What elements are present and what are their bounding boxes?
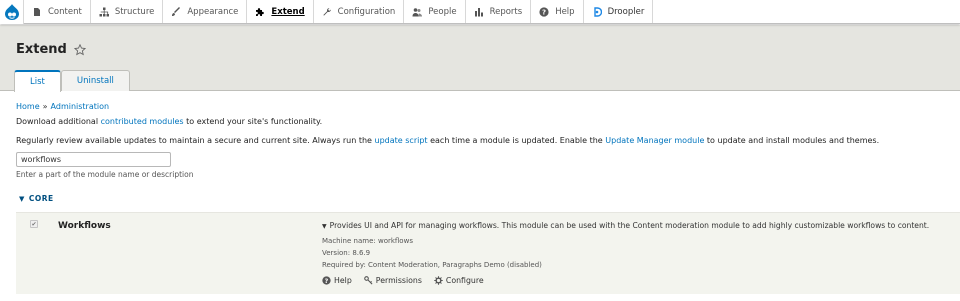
core-section-toggle[interactable]: ▼ CORE bbox=[19, 194, 54, 203]
contributed-modules-link[interactable]: contributed modules bbox=[101, 117, 184, 126]
review-text-1: Regularly review available updates to ma… bbox=[16, 136, 375, 145]
help-icon: ? bbox=[322, 276, 331, 285]
people-icon bbox=[412, 7, 423, 16]
toolbar-reports-label: Reports bbox=[489, 6, 523, 17]
toolbar-appearance-label: Appearance bbox=[187, 6, 239, 17]
module-description-toggle[interactable]: ▼ Provides UI and API for managing workfl… bbox=[322, 221, 929, 230]
module-help-label: Help bbox=[334, 276, 352, 285]
module-name: Workflows bbox=[58, 221, 111, 231]
module-enabled-checkbox[interactable]: ✔ bbox=[30, 220, 38, 228]
module-description: Provides UI and API for managing workflo… bbox=[329, 221, 930, 230]
breadcrumb-administration[interactable]: Administration bbox=[51, 102, 110, 111]
module-filter-input[interactable] bbox=[16, 152, 171, 167]
intro-text-end: to extend your site's functionality. bbox=[183, 117, 323, 126]
module-row: ✔ Workflows ▼ Provides UI and API for man… bbox=[16, 212, 960, 294]
module-permissions-label: Permissions bbox=[375, 276, 422, 285]
update-script-link[interactable]: update script bbox=[375, 136, 428, 145]
update-manager-link[interactable]: Update Manager module bbox=[605, 136, 704, 145]
page-header bbox=[0, 25, 960, 91]
toolbar-extend[interactable]: Extend bbox=[247, 0, 314, 23]
svg-text:?: ? bbox=[325, 278, 329, 285]
module-configure-label: Configure bbox=[445, 276, 484, 285]
tab-list[interactable]: List bbox=[14, 70, 61, 92]
filter-help-text: Enter a part of the module name or descr… bbox=[16, 170, 194, 179]
paintbrush-icon bbox=[172, 6, 181, 16]
toolbar-help[interactable]: ? Help bbox=[531, 0, 584, 23]
puzzle-icon bbox=[256, 7, 265, 16]
drupal-logo-icon[interactable] bbox=[0, 0, 24, 24]
primary-tabs: List Uninstall bbox=[14, 70, 130, 92]
core-section-label: CORE bbox=[28, 194, 54, 203]
intro-text-start: Download additional bbox=[16, 117, 101, 126]
module-version: Version: 8.6.9 bbox=[322, 249, 371, 257]
page-title-text: Extend bbox=[16, 42, 67, 57]
toolbar-configuration-label: Configuration bbox=[337, 6, 396, 17]
admin-toolbar: Content Structure Appearance Extend Conf… bbox=[0, 0, 960, 24]
toolbar-reports[interactable]: Reports bbox=[466, 0, 532, 23]
wrench-icon bbox=[323, 7, 331, 16]
breadcrumb-separator: » bbox=[42, 102, 48, 111]
svg-text:?: ? bbox=[542, 8, 546, 16]
module-help-link[interactable]: ? Help bbox=[322, 276, 352, 285]
toolbar-help-label: Help bbox=[555, 6, 575, 17]
star-icon[interactable] bbox=[73, 43, 86, 56]
update-review-text: Regularly review available updates to ma… bbox=[16, 136, 879, 145]
toolbar-content[interactable]: Content bbox=[24, 0, 91, 23]
toolbar-people-label: People bbox=[428, 6, 457, 17]
bar-chart-icon bbox=[474, 7, 483, 16]
help-icon: ? bbox=[539, 6, 549, 17]
review-text-2: each time a module is updated. Enable th… bbox=[427, 136, 606, 145]
intro-text: Download additional contributed modules … bbox=[16, 117, 322, 126]
tab-uninstall[interactable]: Uninstall bbox=[60, 70, 130, 91]
sitemap-icon bbox=[99, 7, 109, 16]
toolbar-droopler[interactable]: Droopler bbox=[584, 0, 654, 23]
toolbar-appearance[interactable]: Appearance bbox=[163, 0, 248, 23]
key-icon bbox=[363, 276, 373, 285]
toolbar-structure[interactable]: Structure bbox=[91, 0, 164, 23]
review-text-3: to update and install modules and themes… bbox=[704, 136, 880, 145]
page-title: Extend bbox=[16, 42, 86, 57]
chevron-down-icon: ▼ bbox=[19, 195, 25, 203]
droopler-icon bbox=[593, 6, 602, 17]
file-icon bbox=[34, 7, 40, 16]
toolbar-configuration[interactable]: Configuration bbox=[314, 0, 405, 23]
chevron-down-icon: ▼ bbox=[322, 223, 327, 230]
module-machine-name: Machine name: workflows bbox=[322, 237, 413, 245]
breadcrumb: Home» Administration bbox=[16, 102, 109, 111]
module-required-by: Required by: Content Moderation, Paragra… bbox=[322, 261, 542, 269]
toolbar-content-label: Content bbox=[48, 6, 82, 17]
toolbar-structure-label: Structure bbox=[114, 6, 155, 17]
gear-icon bbox=[434, 276, 443, 285]
toolbar-extend-label: Extend bbox=[271, 6, 305, 17]
module-permissions-link[interactable]: Permissions bbox=[363, 276, 422, 285]
toolbar-people[interactable]: People bbox=[404, 0, 466, 23]
toolbar-droopler-label: Droopler bbox=[607, 6, 645, 17]
module-configure-link[interactable]: Configure bbox=[434, 276, 484, 285]
module-actions: ? Help Permissions Configure bbox=[322, 276, 496, 285]
breadcrumb-home[interactable]: Home bbox=[16, 102, 40, 111]
